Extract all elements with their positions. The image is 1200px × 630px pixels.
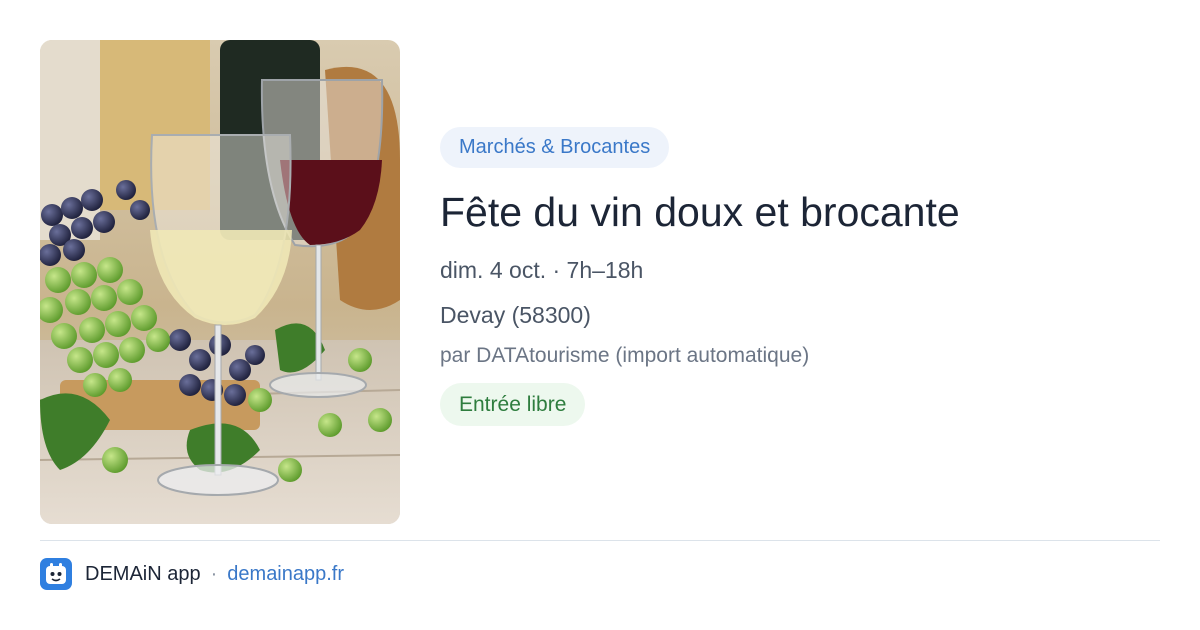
footer: DEMAiN app · demainapp.fr xyxy=(40,558,344,590)
event-location: Devay (58300) xyxy=(440,302,591,328)
app-name: DEMAiN app xyxy=(85,562,201,585)
event-image xyxy=(40,40,400,524)
footer-separator: · xyxy=(210,562,218,585)
event-title: Fête du vin doux et brocante xyxy=(440,189,960,235)
wine-glasses-grapes-photo xyxy=(40,40,400,524)
category-badge[interactable]: Marchés & Brocantes xyxy=(440,127,670,168)
price-badge: Entrée libre xyxy=(440,383,586,426)
calendar-face-icon xyxy=(40,558,72,590)
event-organizer: par DATAtourisme (import automatique) xyxy=(440,344,810,367)
footer-divider xyxy=(40,540,1160,541)
app-domain-link[interactable]: demainapp.fr xyxy=(227,563,344,586)
event-info: Marchés & Brocantes Fête du vin doux et … xyxy=(440,127,1160,426)
event-date-time: dim. 4 oct. · 7h–18h xyxy=(440,257,644,283)
